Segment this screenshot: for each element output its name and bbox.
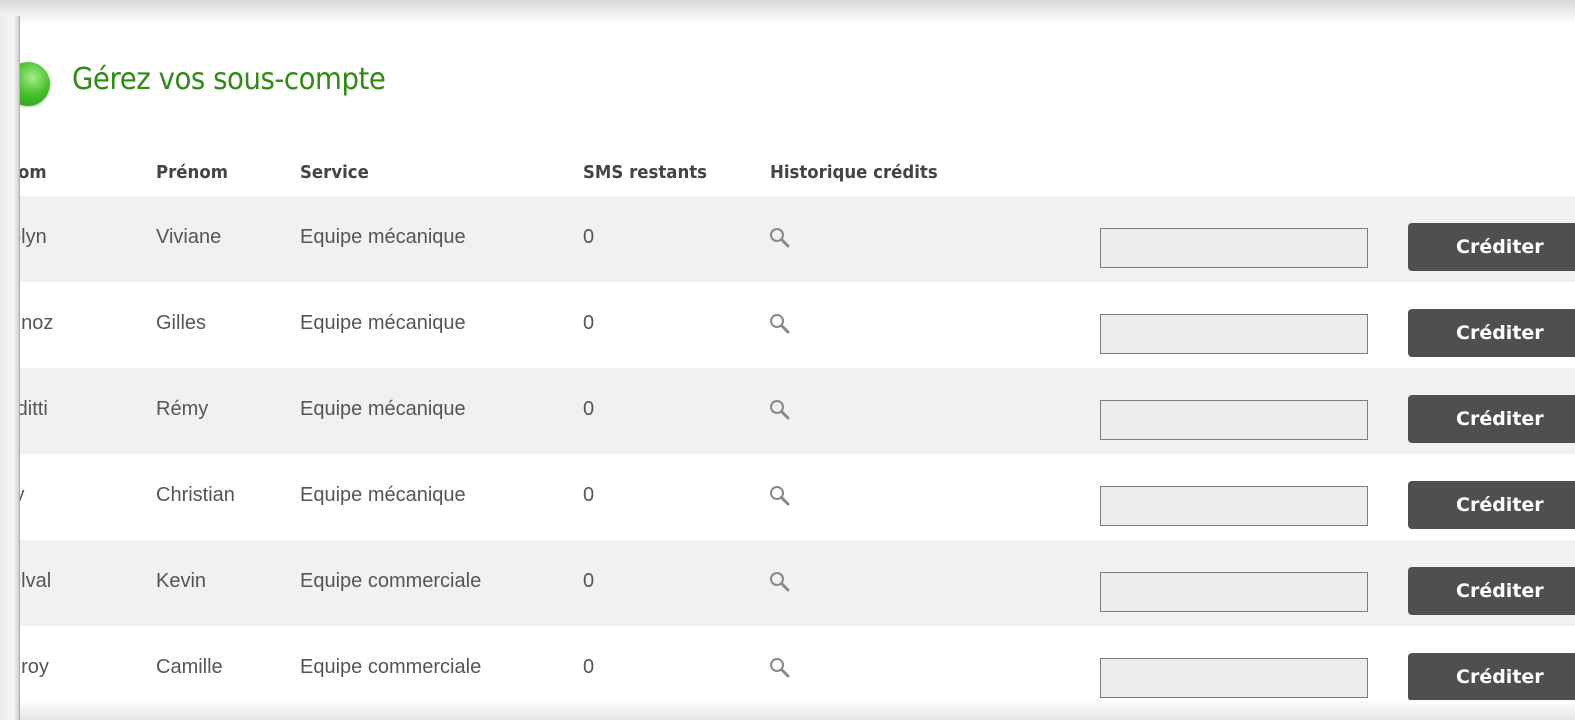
crediter-button[interactable]: Créditer bbox=[1408, 223, 1575, 271]
table-row: unoz Gilles Equipe mécanique 0 Créditer bbox=[20, 282, 1575, 368]
table-row: olyn Viviane Equipe mécanique 0 Créditer bbox=[20, 196, 1575, 282]
search-icon[interactable] bbox=[768, 312, 792, 336]
prenom-cell: Rémy bbox=[156, 398, 209, 420]
column-header-sms: SMS restants bbox=[583, 162, 708, 183]
table-row: rditti Rémy Equipe mécanique 0 Créditer bbox=[20, 368, 1575, 454]
search-icon[interactable] bbox=[768, 656, 792, 680]
service-cell: Equipe mécanique bbox=[300, 312, 466, 334]
credit-amount-input[interactable] bbox=[1100, 486, 1368, 526]
service-cell: Equipe mécanique bbox=[300, 226, 466, 248]
table-row: elval Kevin Equipe commerciale 0 Crédite… bbox=[20, 540, 1575, 626]
screenshot-frame: Gérez vos sous-compte om Prénom Service … bbox=[0, 0, 1575, 720]
credit-amount-input[interactable] bbox=[1100, 572, 1368, 612]
prenom-cell: Christian bbox=[156, 484, 235, 506]
crediter-button[interactable]: Créditer bbox=[1408, 309, 1575, 357]
sms-cell: 0 bbox=[583, 484, 595, 506]
prenom-cell: Kevin bbox=[156, 570, 207, 592]
service-cell: Equipe mécanique bbox=[300, 484, 466, 506]
crediter-button[interactable]: Créditer bbox=[1408, 395, 1575, 443]
credit-amount-input[interactable] bbox=[1100, 314, 1368, 354]
nom-cell: unoz bbox=[20, 312, 54, 334]
credit-amount-input[interactable] bbox=[1100, 400, 1368, 440]
prenom-cell: Camille bbox=[156, 656, 223, 678]
column-header-prenom: Prénom bbox=[156, 162, 228, 183]
sms-cell: 0 bbox=[583, 570, 595, 592]
nom-cell: rditti bbox=[20, 398, 48, 420]
crediter-button[interactable]: Créditer bbox=[1408, 653, 1575, 701]
sms-cell: 0 bbox=[583, 656, 595, 678]
prenom-cell: Viviane bbox=[156, 226, 222, 248]
crediter-button[interactable]: Créditer bbox=[1408, 567, 1575, 615]
subaccounts-panel: Gérez vos sous-compte om Prénom Service … bbox=[20, 24, 1575, 720]
table-header: om Prénom Service SMS restants Historiqu… bbox=[20, 148, 1575, 196]
nom-cell: ly bbox=[20, 484, 24, 507]
sms-cell: 0 bbox=[583, 398, 595, 420]
search-icon[interactable] bbox=[768, 484, 792, 508]
prenom-cell: Gilles bbox=[156, 312, 207, 334]
bottom-shadow bbox=[20, 700, 1575, 720]
column-header-nom: om bbox=[20, 162, 47, 183]
service-cell: Equipe commerciale bbox=[300, 570, 482, 592]
column-header-historique: Historique crédits bbox=[770, 162, 938, 183]
search-icon[interactable] bbox=[768, 226, 792, 250]
crediter-button[interactable]: Créditer bbox=[1408, 481, 1575, 529]
sms-cell: 0 bbox=[583, 226, 595, 248]
service-cell: Equipe mécanique bbox=[300, 398, 466, 420]
left-border bbox=[0, 16, 20, 720]
green-bullet-icon bbox=[20, 62, 50, 106]
credit-amount-input[interactable] bbox=[1100, 658, 1368, 698]
search-icon[interactable] bbox=[768, 570, 792, 594]
credit-amount-input[interactable] bbox=[1100, 228, 1368, 268]
top-shadow bbox=[0, 0, 1575, 24]
nom-cell: eroy bbox=[20, 656, 49, 678]
column-header-service: Service bbox=[300, 162, 369, 183]
table-row: ly Christian Equipe mécanique 0 Créditer bbox=[20, 454, 1575, 540]
page-title: Gérez vos sous-compte bbox=[72, 62, 386, 97]
nom-cell: elval bbox=[20, 570, 52, 592]
service-cell: Equipe commerciale bbox=[300, 656, 482, 678]
search-icon[interactable] bbox=[768, 398, 792, 422]
nom-cell: olyn bbox=[20, 226, 47, 248]
sms-cell: 0 bbox=[583, 312, 595, 334]
